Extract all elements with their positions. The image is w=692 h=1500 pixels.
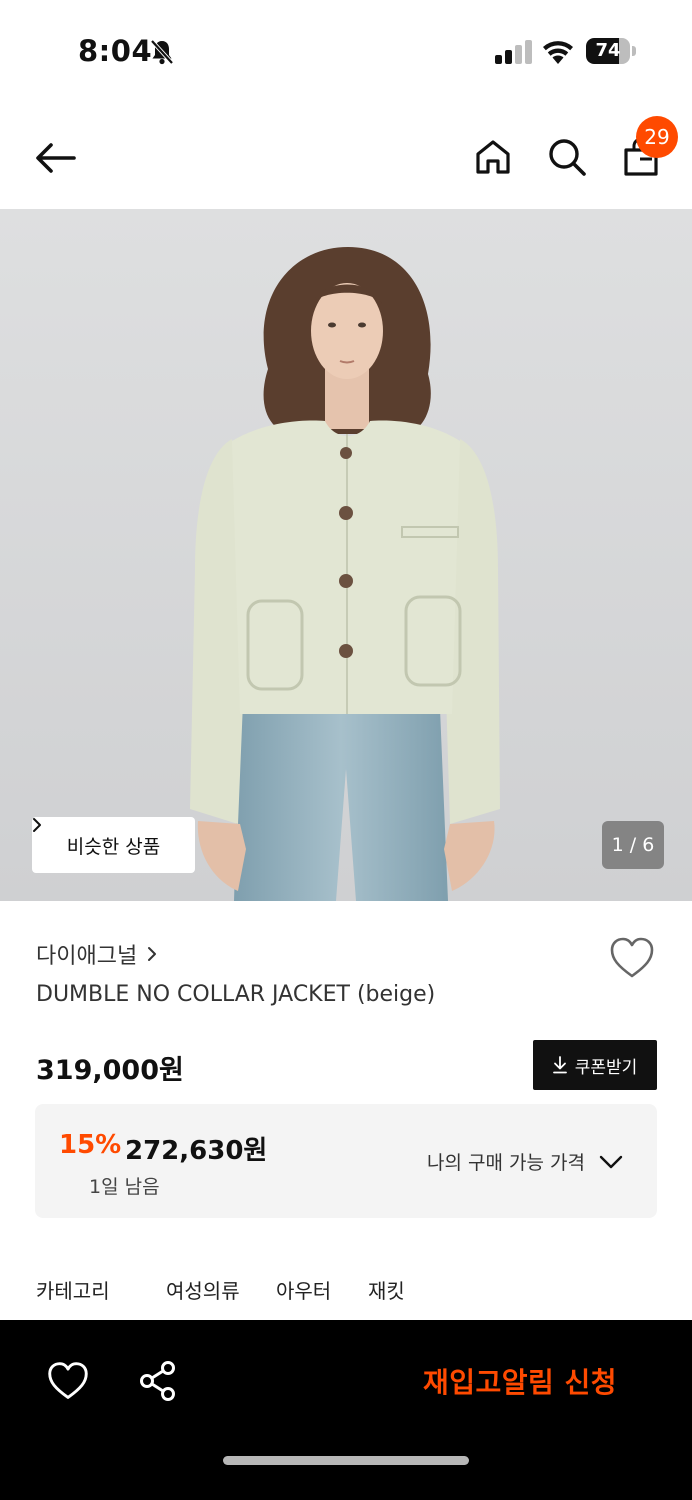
product-image-carousel[interactable]: 비슷한 상품 1 / 6 (0, 209, 692, 901)
download-icon (552, 1056, 567, 1074)
cart-count-badge: 29 (636, 116, 678, 158)
category-link-outer[interactable]: 아우터 (276, 1275, 331, 1304)
heart-icon (610, 937, 654, 978)
category-breadcrumb: 카테고리 여성의류 아우터 재킷 (36, 1275, 656, 1305)
share-icon (140, 1361, 175, 1401)
silent-bell-icon (150, 39, 174, 65)
back-button[interactable] (30, 134, 82, 182)
top-navigation: 29 (0, 110, 692, 206)
discount-price: 272,630원 (125, 1136, 268, 1166)
category-link-jacket[interactable]: 재킷 (368, 1275, 405, 1304)
brand-name: 다이애그널 (36, 944, 138, 969)
product-photo (0, 209, 692, 901)
similar-products-label: 비슷한 상품 (66, 835, 161, 858)
search-button[interactable] (544, 132, 590, 182)
battery-percent: 74 (595, 40, 621, 61)
similar-products-button[interactable]: 비슷한 상품 (32, 817, 195, 873)
discount-rate: 15% (59, 1130, 122, 1160)
category-label: 카테고리 (36, 1279, 110, 1303)
search-icon (549, 139, 586, 176)
my-price-toggle[interactable]: 나의 구매 가능 가격 (427, 1148, 623, 1175)
product-name: DUMBLE NO COLLAR JACKET (beige) (36, 982, 436, 1007)
brand-link[interactable]: 다이애그널 (36, 938, 157, 970)
chevron-down-icon (599, 1155, 623, 1168)
back-arrow-icon (36, 143, 76, 173)
get-coupon-button[interactable]: 쿠폰받기 (533, 1040, 657, 1090)
wishlist-button[interactable] (608, 935, 656, 981)
image-page-counter: 1 / 6 (602, 821, 664, 869)
home-button[interactable] (470, 132, 516, 182)
status-bar: 8:04 74 (0, 0, 692, 100)
category-link-women-clothing[interactable]: 여성의류 (166, 1275, 240, 1304)
share-button[interactable] (138, 1360, 178, 1402)
coupon-label: 쿠폰받기 (574, 1057, 638, 1078)
my-price-label: 나의 구매 가능 가격 (427, 1152, 585, 1174)
heart-icon (48, 1362, 88, 1399)
bottom-wishlist-button[interactable] (46, 1360, 90, 1402)
battery-indicator: 74 (586, 38, 636, 64)
chevron-right-icon (33, 818, 41, 832)
original-price: 319,000원 (36, 1055, 184, 1086)
restock-alert-button[interactable]: 재입고알림 신청 (400, 1356, 640, 1406)
status-time: 8:04 (78, 34, 153, 68)
bottom-action-bar: 재입고알림 신청 (0, 1320, 692, 1500)
home-icon (476, 140, 510, 174)
wifi-icon (543, 41, 573, 64)
discount-panel[interactable]: 15% 272,630원 1일 남음 나의 구매 가능 가격 (35, 1104, 657, 1218)
home-indicator[interactable] (223, 1456, 469, 1465)
discount-remaining-time: 1일 남음 (89, 1176, 160, 1198)
cellular-signal-icon (495, 40, 532, 64)
chevron-right-icon (148, 947, 157, 961)
